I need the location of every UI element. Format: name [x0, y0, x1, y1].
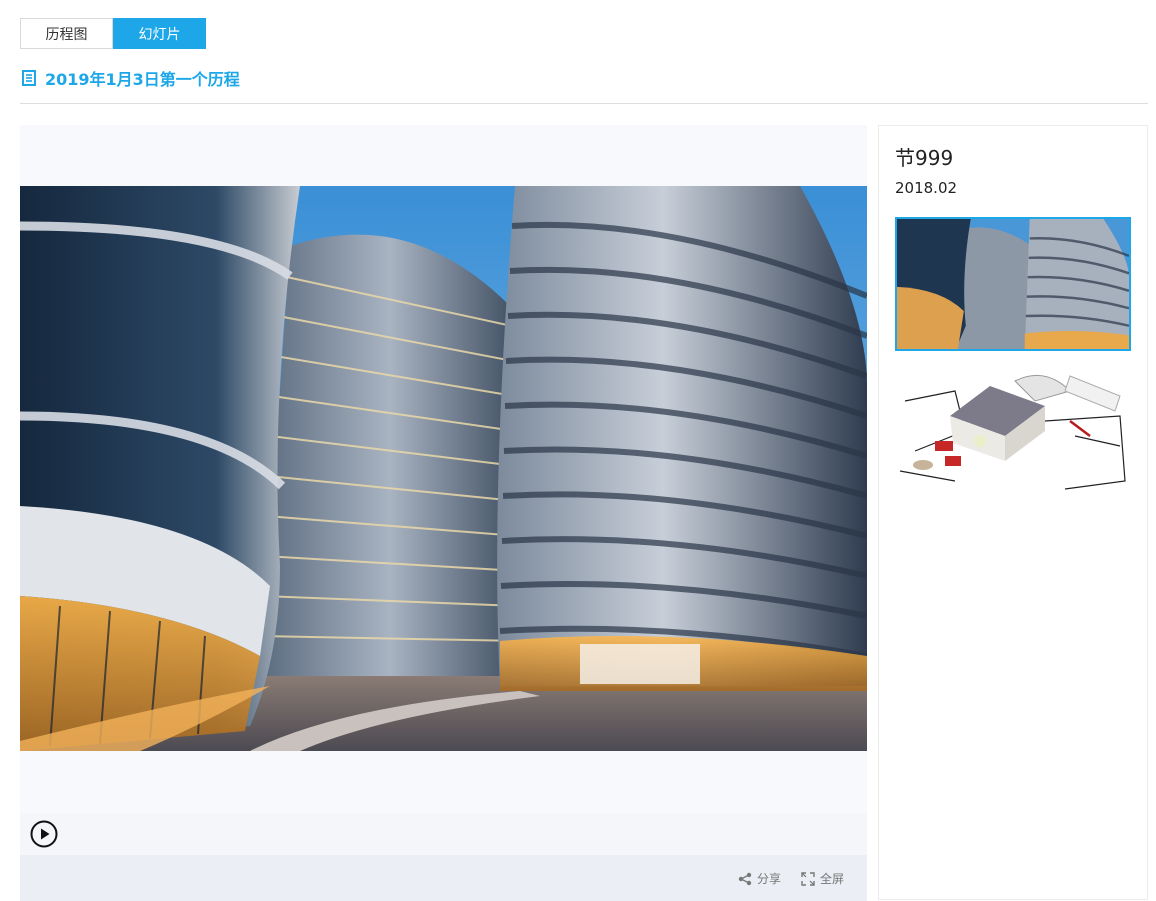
fullscreen-label: 全屏	[820, 872, 845, 886]
thumbnail-item-1[interactable]	[895, 217, 1131, 351]
playback-bar	[20, 813, 867, 855]
thumbnail-house-blueprint	[895, 361, 1131, 495]
share-label: 分享	[757, 872, 782, 886]
page-title: 2019年1月3日第一个历程	[22, 66, 240, 90]
play-circle-icon[interactable]	[30, 820, 58, 848]
slide-footer: 分享 全屏	[20, 855, 867, 901]
node-date: 2018.02	[895, 179, 958, 197]
share-button[interactable]: 分享	[738, 870, 781, 887]
tab-slideshow[interactable]: 幻灯片	[113, 18, 206, 49]
node-title: 节999	[895, 146, 954, 170]
thumbnail-curved-towers	[897, 219, 1129, 349]
fullscreen-icon	[801, 871, 815, 886]
fullscreen-button[interactable]: 全屏	[801, 870, 844, 887]
document-list-icon	[22, 70, 36, 86]
tab-timeline[interactable]: 历程图	[20, 18, 113, 49]
view-tabs: 历程图 幻灯片	[20, 18, 206, 49]
share-icon	[738, 872, 752, 885]
node-side-panel: 节999 2018.02	[878, 125, 1148, 900]
slide-photo	[20, 186, 867, 751]
slide-stage: 分享 全屏	[20, 125, 867, 901]
page-title-text: 2019年1月3日第一个历程	[45, 70, 240, 89]
thumbnail-item-2[interactable]	[895, 361, 1131, 495]
header-divider	[20, 103, 1148, 104]
